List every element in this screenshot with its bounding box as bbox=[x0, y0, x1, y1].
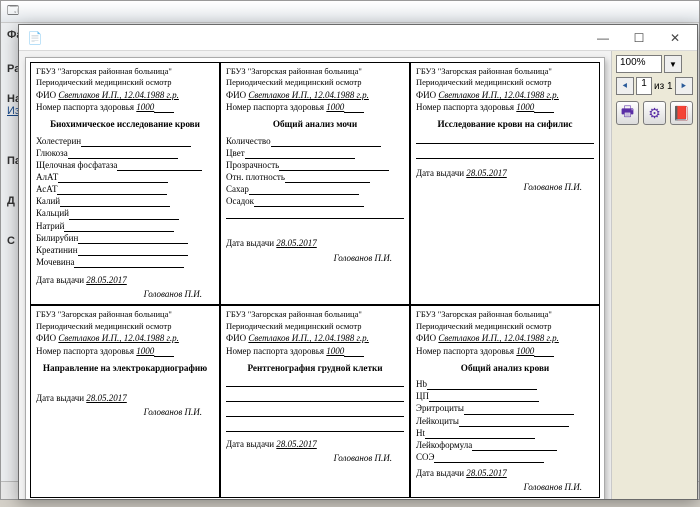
next-page-button[interactable]: ⯈ bbox=[675, 77, 693, 95]
document-icon: 📄 bbox=[27, 30, 43, 46]
maximize-button[interactable]: ☐ bbox=[621, 28, 657, 48]
host-titlebar: 🗔 bbox=[1, 1, 699, 23]
card-ecg: ГБУЗ "Загорская районная больница" Перио… bbox=[30, 305, 220, 498]
print-setup-button[interactable]: ⚙ bbox=[643, 101, 666, 125]
close-button[interactable]: ✕ bbox=[657, 28, 693, 48]
fio-value: Светлаков И.П., 12.04.1988 г.р. bbox=[58, 90, 179, 100]
page-of-label: из 1 bbox=[654, 81, 673, 92]
export-pdf-button[interactable]: 📕 bbox=[670, 101, 693, 125]
host-icon: 🗔 bbox=[7, 2, 19, 21]
zoom-input[interactable]: 100% bbox=[616, 55, 662, 73]
print-button[interactable]: 🖶 bbox=[616, 101, 639, 125]
card-syphilis: ГБУЗ "Загорская районная больница" Перио… bbox=[410, 62, 600, 305]
preview-toolbar: 100% ▼ ⯇ 1 из 1 ⯈ 🖶 ⚙ 📕 bbox=[611, 51, 697, 499]
preview-titlebar[interactable]: 📄 — ☐ ✕ bbox=[19, 25, 697, 51]
card-chest: ГБУЗ "Загорская районная больница" Перио… bbox=[220, 305, 410, 498]
print-preview-window: 📄 — ☐ ✕ ГБУЗ "Загорская районная больниц… bbox=[18, 24, 698, 500]
exam-line: Периодический медицинский осмотр bbox=[36, 77, 214, 88]
minimize-button[interactable]: — bbox=[585, 28, 621, 48]
card-title: Биохимическое исследование крови bbox=[36, 118, 214, 130]
card-cbc: ГБУЗ "Загорская районная больница" Перио… bbox=[410, 305, 600, 498]
zoom-dropdown-icon[interactable]: ▼ bbox=[664, 55, 682, 73]
doctor-sign: Голованов П.И. bbox=[36, 288, 214, 300]
card-urine: ГБУЗ "Загорская районная больница" Перио… bbox=[220, 62, 410, 305]
page-viewport[interactable]: ГБУЗ "Загорская районная больница" Перио… bbox=[19, 51, 611, 499]
prev-page-button[interactable]: ⯇ bbox=[616, 77, 634, 95]
card-biochem: ГБУЗ "Загорская районная больница" Перио… bbox=[30, 62, 220, 305]
report-page: ГБУЗ "Загорская районная больница" Перио… bbox=[25, 57, 605, 499]
org-line: ГБУЗ "Загорская районная больница" bbox=[36, 66, 214, 77]
page-number-input[interactable]: 1 bbox=[636, 77, 652, 95]
